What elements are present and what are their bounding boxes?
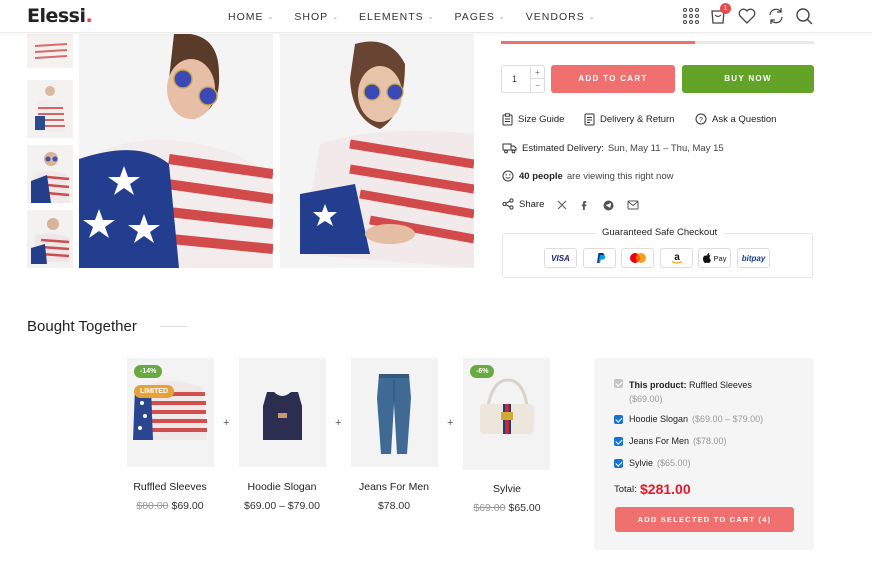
bundle-item-name[interactable]: Hoodie Slogan	[222, 481, 342, 493]
x-twitter-icon[interactable]	[557, 200, 567, 210]
viewing-count: 40 people are viewing this right now	[502, 170, 674, 182]
smiley-icon	[502, 170, 514, 182]
apple-pay-icon: Pay	[698, 248, 731, 268]
safe-checkout-title: Guaranteed Safe Checkout	[596, 227, 724, 238]
increase-quantity-button[interactable]: +	[531, 66, 544, 79]
compare-icon[interactable]	[766, 6, 786, 26]
site-header: Elessi. HOME ⌄ SHOP ⌄ ELEMENTS ⌄ PAGES ⌄ VEN…	[0, 0, 872, 33]
stock-progress-bar	[501, 41, 814, 44]
nav-item-vendors[interactable]: VENDORS ⌄	[526, 11, 596, 23]
bought-together-title: Bought Together	[27, 318, 137, 335]
chevron-down-icon: ⌄	[267, 13, 275, 21]
product-main-image[interactable]	[79, 34, 273, 268]
sale-badge: -14%	[134, 365, 163, 378]
stock-progress-fill	[501, 41, 696, 44]
bundle-item-image[interactable]	[351, 358, 438, 467]
total-label: Total:	[614, 484, 637, 495]
svg-text:?: ?	[699, 117, 703, 124]
search-icon[interactable]	[794, 6, 814, 26]
nav-item-home[interactable]: HOME ⌄	[228, 11, 274, 23]
bundle-item-price: $80.00 $69.00	[136, 500, 204, 512]
size-guide-link[interactable]: Size Guide	[502, 113, 564, 126]
apps-grid-icon[interactable]	[681, 6, 701, 26]
gallery-thumb[interactable]	[27, 210, 73, 268]
paypal-icon	[583, 248, 616, 268]
bundle-item-checkbox[interactable]	[614, 437, 623, 446]
quantity-stepper[interactable]: 1 + −	[501, 65, 545, 93]
bundle-item-name[interactable]: Sylvie	[447, 483, 567, 495]
email-icon[interactable]	[627, 200, 639, 210]
bundle-item-name[interactable]: Ruffled Sleeves	[110, 481, 230, 493]
estimated-delivery: Estimated Delivery: Sun, May 11 – Thu, Ma…	[502, 142, 724, 154]
chevron-down-icon: ⌄	[332, 13, 340, 21]
nav-item-pages[interactable]: PAGES ⌄	[455, 11, 506, 23]
amazon-icon: a	[660, 248, 693, 268]
delivery-return-link[interactable]: Delivery & Return	[584, 113, 674, 126]
bundle-row[interactable]: Jeans For Men ($78.00)	[614, 436, 727, 446]
add-selected-to-cart-button[interactable]: ADD SELECTED TO CART (4)	[615, 507, 794, 532]
gallery-thumb[interactable]	[27, 80, 73, 138]
help-circle-icon: ?	[695, 113, 707, 125]
share-row: Share	[502, 198, 544, 210]
mastercard-icon	[621, 248, 654, 268]
bundle-row[interactable]: Hoodie Slogan ($69.00 – $79.00)	[614, 414, 763, 424]
gallery-thumb[interactable]	[27, 34, 73, 68]
bundle-item-checkbox[interactable]	[614, 415, 623, 424]
bundle-item-price: $69.00 $65.00	[473, 502, 541, 514]
chevron-down-icon: ⌄	[588, 13, 596, 21]
svg-text:Pay: Pay	[713, 254, 726, 263]
bundle-row-this-product: This product: Ruffled Sleeves ($69.00)	[614, 378, 752, 406]
telegram-icon[interactable]	[603, 200, 614, 211]
nav-item-elements[interactable]: ELEMENTS ⌄	[359, 11, 434, 23]
bundle-item-price: $78.00	[377, 500, 411, 512]
quantity-input[interactable]: 1	[512, 74, 517, 84]
product-secondary-image[interactable]	[280, 34, 474, 268]
share-icon	[502, 198, 514, 210]
main-nav: HOME ⌄ SHOP ⌄ ELEMENTS ⌄ PAGES ⌄ VENDORS ⌄	[228, 0, 616, 33]
cart-count-badge: 1	[720, 3, 731, 14]
facebook-icon[interactable]	[580, 200, 590, 210]
plus-separator: +	[335, 417, 342, 429]
this-product-checkbox	[614, 379, 623, 388]
bundle-item-image[interactable]	[239, 358, 326, 467]
decrease-quantity-button[interactable]: −	[531, 79, 544, 92]
heart-icon[interactable]	[737, 6, 757, 26]
ask-question-link[interactable]: ? Ask a Question	[695, 113, 776, 125]
visa-icon: VISA	[544, 248, 577, 268]
bundle-item-name[interactable]: Jeans For Men	[334, 481, 454, 493]
plus-separator: +	[223, 417, 230, 429]
buy-now-button[interactable]: BUY NOW	[682, 65, 814, 93]
sale-badge: -6%	[470, 365, 495, 378]
bitpay-icon: bitpay	[737, 248, 770, 268]
nav-item-shop[interactable]: SHOP ⌄	[294, 11, 339, 23]
bundle-item-checkbox[interactable]	[614, 459, 623, 468]
gallery-thumb[interactable]	[27, 145, 73, 203]
svg-text:a: a	[674, 252, 680, 263]
total-value: $281.00	[640, 481, 691, 497]
chevron-down-icon: ⌄	[498, 13, 506, 21]
bundle-row[interactable]: Sylvie ($65.00)	[614, 458, 691, 468]
add-to-cart-button[interactable]: ADD TO CART	[551, 65, 675, 93]
site-logo[interactable]: Elessi.	[27, 5, 93, 27]
chevron-down-icon: ⌄	[427, 13, 435, 21]
plus-separator: +	[447, 417, 454, 429]
document-icon	[584, 113, 595, 126]
divider	[160, 326, 187, 327]
truck-icon	[502, 143, 517, 154]
bundle-item-price: $69.00 – $79.00	[244, 500, 320, 512]
clipboard-icon	[502, 113, 513, 126]
limited-badge: LIMITED	[134, 385, 174, 398]
